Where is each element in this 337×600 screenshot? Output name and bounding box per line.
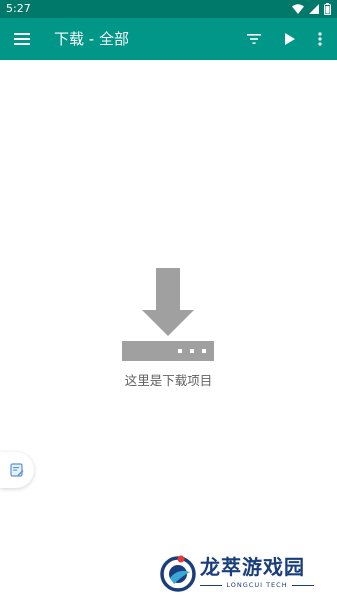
status-bar: 5:27	[0, 0, 337, 18]
wifi-icon	[292, 4, 304, 14]
signal-icon	[309, 4, 319, 14]
side-floating-tab[interactable]	[0, 452, 34, 488]
more-vert-icon	[318, 32, 322, 46]
app-bar: 下载 - 全部	[0, 18, 337, 60]
watermark-divider-right	[292, 585, 314, 586]
play-icon	[285, 33, 295, 45]
play-button[interactable]	[279, 28, 301, 50]
screen: 5:27 下载 - 全部 这里是下载项目 龙萃游戏园 LONGCUI TECH	[0, 0, 337, 600]
watermark-logo: 龙萃游戏园 LONGCUI TECH	[160, 554, 315, 594]
battery-icon	[324, 3, 331, 15]
empty-state-label: 这里是下载项目	[124, 373, 213, 388]
page-title: 下载 - 全部	[54, 30, 129, 48]
filter-icon	[247, 34, 261, 44]
empty-state: 这里是下载项目	[0, 268, 337, 394]
status-time: 5:27	[6, 2, 31, 15]
menu-icon	[14, 33, 30, 45]
filter-button[interactable]	[243, 28, 265, 50]
more-options-button[interactable]	[309, 28, 331, 50]
watermark-emblem-icon	[160, 555, 196, 592]
watermark-name: 龙萃游戏园	[200, 555, 305, 579]
menu-button[interactable]	[11, 28, 33, 50]
status-icons	[292, 3, 331, 15]
edit-note-icon	[10, 463, 24, 477]
download-to-device-icon	[122, 268, 214, 361]
